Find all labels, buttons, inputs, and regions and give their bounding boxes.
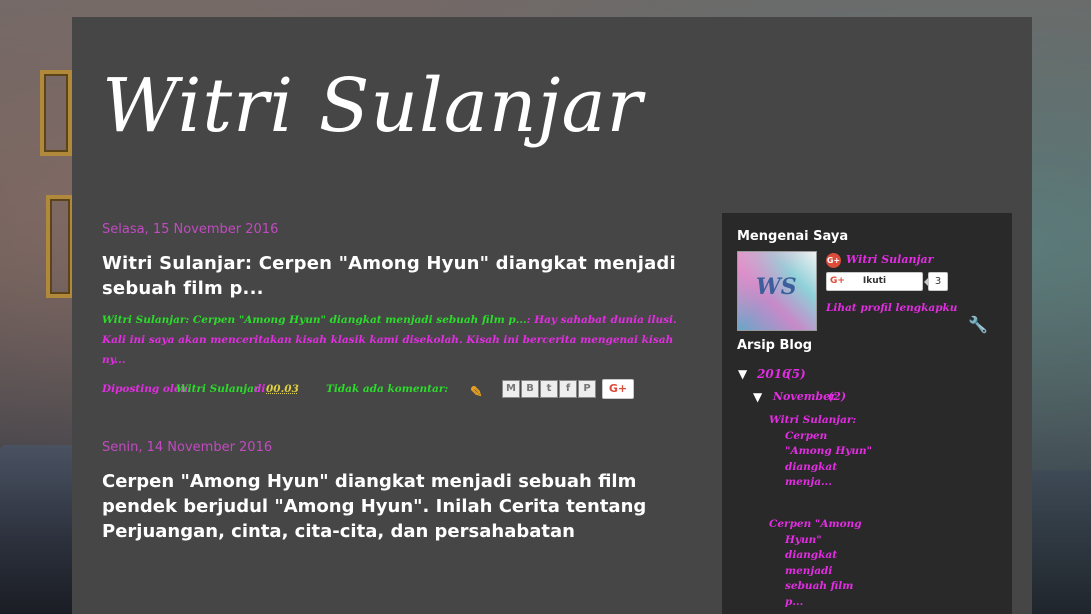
background-picture-frame (46, 195, 74, 298)
blog-title[interactable]: Witri Sulanjar (102, 63, 643, 149)
archive-year-count: (5) (786, 367, 806, 381)
month-toggle-icon[interactable]: ▼ (753, 390, 762, 404)
facebook-share-icon[interactable]: f (559, 380, 577, 398)
profile-avatar[interactable]: WS (737, 251, 817, 331)
background-furniture (1032, 470, 1091, 614)
email-share-icon[interactable]: M (502, 380, 520, 398)
post-time-link[interactable]: 00.03 (266, 383, 299, 395)
post-author-link[interactable]: Witri Sulanjar (176, 383, 259, 395)
background-couch (0, 445, 72, 614)
archive-month-link[interactable]: November (773, 390, 836, 403)
sidebar: Mengenai Saya WS G+ Witri Sulanjar G+ Ik… (722, 213, 1012, 614)
gplus-icon: G+ (826, 253, 841, 268)
gplus-share-button[interactable]: G+ (602, 379, 634, 399)
post-date: Selasa, 15 November 2016 (102, 222, 279, 237)
blog-share-icon[interactable]: B (521, 380, 539, 398)
post-date: Senin, 14 November 2016 (102, 440, 273, 455)
pinterest-share-icon[interactable]: P (578, 380, 596, 398)
avatar-text: WS (756, 274, 797, 300)
follow-label: Ikuti (862, 276, 887, 286)
profile-name-link[interactable]: Witri Sulanjar (846, 253, 933, 266)
view-profile-link[interactable]: Lihat profil lengkapku (826, 302, 957, 314)
post-title[interactable]: Cerpen "Among Hyun" diangkat menjadi seb… (102, 469, 702, 544)
twitter-share-icon[interactable]: t (540, 380, 558, 398)
main-column: Selasa, 15 November 2016 Witri Sulanjar:… (102, 222, 702, 544)
archive-month-count: (2) (828, 390, 847, 403)
comments-link[interactable]: Tidak ada komentar: (326, 383, 448, 395)
post-footer: Diposting oleh Witri Sulanjar di 00.03 T… (102, 378, 702, 402)
blog-container: Witri Sulanjar Selasa, 15 November 2016 … (72, 17, 1032, 614)
year-toggle-icon[interactable]: ▼ (738, 367, 747, 381)
post-snippet: Witri Sulanjar: Cerpen "Among Hyun" dian… (102, 310, 682, 370)
edit-pencil-icon[interactable]: ✎ (470, 383, 483, 401)
wrench-tools-icon[interactable]: 🔧 (968, 315, 988, 334)
follower-count: 3 (924, 272, 948, 291)
post-title[interactable]: Witri Sulanjar: Cerpen "Among Hyun" dian… (102, 251, 702, 301)
at-label: di (254, 383, 266, 395)
archive-heading: Arsip Blog (737, 338, 813, 353)
archive-post-link[interactable]: Witri Sulanjar: Cerpen "Among Hyun" dian… (769, 413, 875, 491)
follow-button[interactable]: G+ Ikuti (826, 272, 923, 291)
archive-post-link[interactable]: Cerpen "Among Hyun" diangkat menjadi seb… (769, 517, 875, 610)
about-heading: Mengenai Saya (737, 229, 849, 244)
snippet-link[interactable]: Witri Sulanjar: Cerpen "Among Hyun" dian… (102, 314, 527, 326)
background-picture-frame (40, 70, 72, 156)
